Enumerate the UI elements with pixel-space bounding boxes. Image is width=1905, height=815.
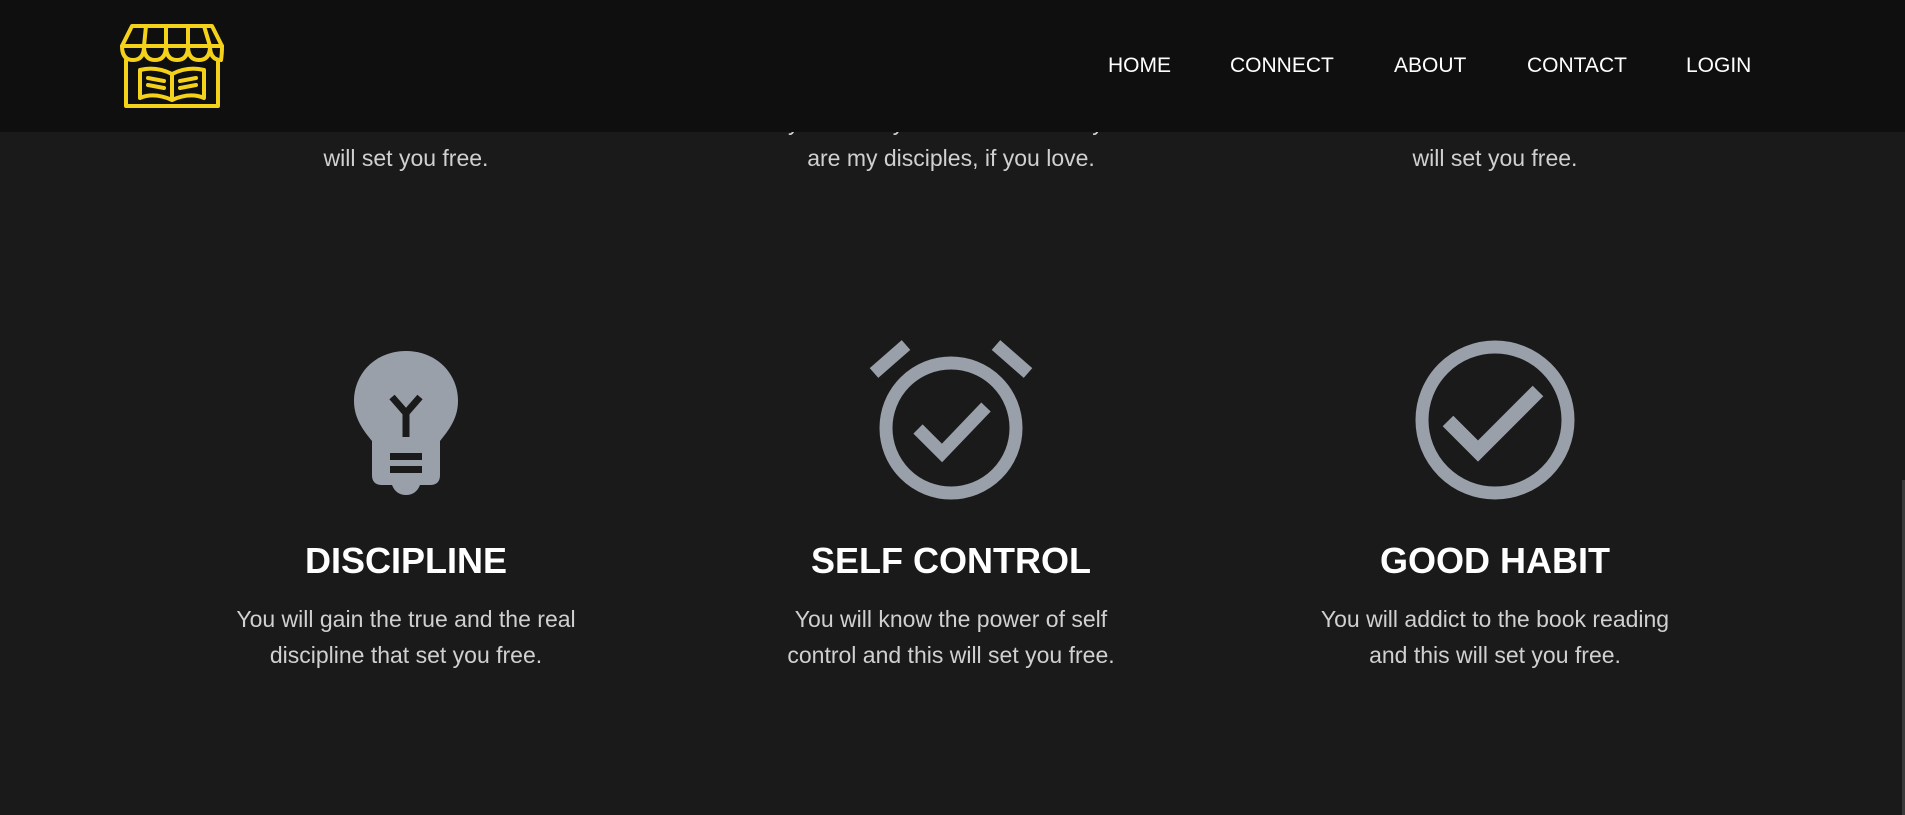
nav-contact-link[interactable]: CONTACT [1527, 52, 1627, 80]
feature-description-line1: You will know the power of self [794, 606, 1108, 632]
nav-connect-link[interactable]: CONNECT [1230, 52, 1334, 80]
site-header: HOME CONNECT ABOUT CONTACT LOGIN [0, 0, 1905, 132]
feature-title: GOOD HABIT [1380, 540, 1610, 581]
check-circle-icon [1415, 340, 1575, 500]
feature-good-habit: GOOD HABIT You will addict to the book r… [1265, 335, 1725, 673]
lightbulb-icon [354, 351, 458, 495]
feature-description: You will addict to the book reading and … [1305, 601, 1685, 673]
page: You will know the truth and the truth wi… [0, 0, 1905, 815]
nav-about-link[interactable]: ABOUT [1394, 52, 1466, 80]
feature-title: DISCIPLINE [304, 540, 508, 581]
feature-description-line2: discipline that set you free. [269, 642, 543, 668]
nav-login-link[interactable]: LOGIN [1686, 52, 1751, 80]
feature-description: You will know the power of self control … [761, 601, 1141, 673]
top-text-3-line2: will set you free. [1412, 145, 1578, 171]
nav-home-link[interactable]: HOME [1108, 52, 1171, 80]
alarm-clock-check-icon [869, 340, 1033, 500]
main-nav: HOME CONNECT ABOUT CONTACT LOGIN [0, 52, 1905, 82]
feature-description: You will gain the true and the real disc… [216, 601, 596, 673]
feature-discipline: DISCIPLINE You will gain the true and th… [176, 335, 636, 673]
feature-description-line1: You will addict to the book reading [1320, 606, 1670, 632]
feature-description-line1: You will gain the true and the real [236, 606, 576, 632]
feature-self-control: SELF CONTROL You will know the power of … [721, 335, 1181, 673]
feature-description-line2: and this will set you free. [1369, 642, 1621, 668]
feature-description-line2: control and this will set you free. [787, 642, 1115, 668]
top-text-1-line2: will set you free. [323, 145, 489, 171]
feature-title: SELF CONTROL [811, 540, 1091, 581]
top-text-2-line2: are my disciples, if you love. [807, 145, 1095, 171]
